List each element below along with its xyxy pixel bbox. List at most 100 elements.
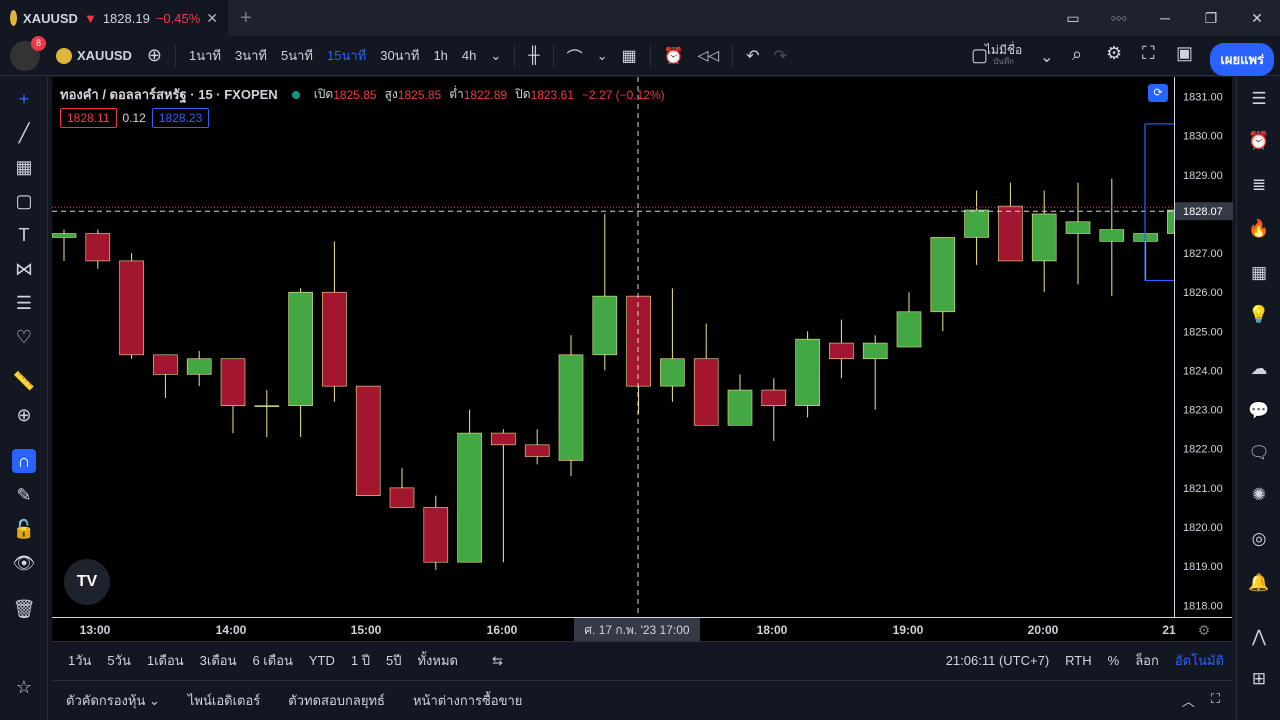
timeframe-1m[interactable]: 1นาที — [182, 45, 228, 66]
compare-icon[interactable]: ⊕ — [140, 45, 169, 66]
idea-stream-icon[interactable]: ✺ — [1247, 483, 1271, 507]
indicators-icon[interactable]: ⌒ — [560, 44, 590, 68]
trend-icon[interactable]: ⋀ — [1247, 625, 1271, 649]
percent-toggle[interactable]: % — [1100, 653, 1128, 668]
replay-icon[interactable]: ◁◁ — [691, 47, 727, 64]
undo-icon[interactable]: ↶ — [739, 46, 766, 66]
tradingview-logo[interactable]: TV — [64, 559, 110, 605]
time-tick-label: 15:00 — [351, 623, 382, 637]
range-5d[interactable]: 5วัน — [99, 650, 138, 671]
maximize-icon[interactable]: ⛶ — [1211, 691, 1220, 710]
fib-grid-icon[interactable]: ▦ — [12, 155, 36, 179]
buy-button[interactable]: 1828.23 — [151, 108, 210, 128]
alarm-clock-icon[interactable]: ⏰ — [1247, 129, 1271, 153]
layout-icon[interactable]: ▭ — [1050, 10, 1096, 27]
magnet-icon[interactable]: ∩ — [12, 449, 36, 473]
price-axis[interactable]: 1831.001830.001829.001828.001827.001826.… — [1174, 77, 1233, 617]
clock-label[interactable]: 21:06:11 (UTC+7) — [938, 653, 1057, 668]
market-status-icon[interactable] — [291, 90, 300, 99]
star-icon[interactable]: ☆ — [12, 675, 36, 699]
auto-toggle[interactable]: อัตโนมัติ — [1167, 650, 1232, 671]
chevron-down-icon[interactable]: ⌄ — [1040, 47, 1053, 67]
fullscreen-icon[interactable]: ⛶ — [1142, 43, 1155, 64]
candle — [930, 237, 956, 332]
tab-pine-editor[interactable]: ไพน์เอดิเตอร์ — [174, 690, 274, 711]
publish-button[interactable]: เผยแพร่ — [1210, 43, 1274, 76]
candle-type-icon[interactable]: ╫ — [521, 47, 546, 65]
timeframe-30m[interactable]: 30นาที — [373, 45, 426, 66]
messages-icon[interactable]: 🗨 — [1247, 441, 1271, 465]
more-icon[interactable]: ○○○ — [1096, 13, 1142, 23]
log-toggle[interactable]: ล็อก — [1127, 650, 1167, 671]
range-ytd[interactable]: YTD — [301, 653, 343, 668]
range-all[interactable]: ทั้งหมด — [409, 650, 466, 671]
candle-body-down — [220, 358, 246, 406]
layout-name[interactable]: ไม่มีชื่อ บันทึก — [985, 44, 1022, 68]
heart-icon[interactable]: ♡ — [12, 325, 36, 349]
chart-pane[interactable] — [52, 77, 1174, 617]
camera-icon[interactable]: ▣ — [1176, 43, 1193, 64]
data-window-icon[interactable]: ≣ — [1247, 173, 1271, 197]
range-bracket — [1144, 123, 1174, 282]
range-1m[interactable]: 1เดือน — [139, 650, 192, 671]
templates-icon[interactable]: ▦ — [615, 46, 644, 66]
range-6m[interactable]: 6 เดือน — [244, 650, 300, 671]
tab-screener[interactable]: ตัวคัดกรองหุ้น ⌄ — [52, 690, 174, 711]
range-1d[interactable]: 1วัน — [60, 650, 99, 671]
legend-title[interactable]: ทองคำ / ดอลลาร์สหรัฐ · 15 · FXOPEN — [60, 84, 278, 105]
timeframe-15m[interactable]: 15นาที — [320, 45, 373, 66]
window-close-icon[interactable]: ✕ — [1234, 10, 1280, 27]
crosshair-icon[interactable]: + — [12, 87, 36, 111]
search-icon[interactable]: ⌕ — [1072, 44, 1082, 65]
new-tab-icon[interactable]: + — [240, 7, 252, 30]
object-tree-icon[interactable]: ⟳ — [1148, 84, 1168, 102]
gear-icon[interactable]: ⚙ — [1106, 43, 1122, 64]
ideas-icon[interactable]: 💡 — [1247, 303, 1271, 327]
chevron-down-icon[interactable]: ⌄ — [590, 48, 615, 64]
broadcast-icon[interactable]: ◎ — [1247, 527, 1271, 551]
bell-icon[interactable]: 🔔 — [1247, 571, 1271, 595]
trash-icon[interactable]: 🗑 — [12, 597, 36, 621]
alert-icon[interactable]: ⏰ — [657, 46, 691, 66]
trend-line-icon[interactable]: ╱ — [12, 121, 36, 145]
sell-button[interactable]: 1828.11 — [60, 108, 117, 128]
axis-settings-icon[interactable]: ⚙ — [1198, 622, 1211, 638]
hotlist-icon[interactable]: 🔥 — [1247, 217, 1271, 241]
chevron-down-icon[interactable]: ⌄ — [483, 48, 508, 64]
ruler-icon[interactable]: 📏 — [12, 369, 36, 393]
symbol-search[interactable]: XAUUSD — [48, 47, 140, 64]
timeframe-1h[interactable]: 1h — [426, 48, 454, 63]
restore-icon[interactable]: ❐ — [1188, 10, 1234, 27]
time-axis[interactable]: 13:00 14:00 15:00 16:00 18:00 19:00 20:00 21 ศ. … — [52, 617, 1232, 642]
browser-tab[interactable]: XAUUSD ▼ 1828.19 −0.45% ✕ — [0, 0, 228, 36]
lock-icon[interactable]: 🔓 — [12, 517, 36, 541]
timeframe-4h[interactable]: 4h — [455, 48, 483, 63]
calendar-icon[interactable]: ▦ — [1247, 261, 1271, 285]
candlestick-chart[interactable] — [52, 77, 1174, 617]
pattern-icon[interactable]: ⋈ — [12, 257, 36, 281]
date-range-icon[interactable]: ⇆ — [484, 653, 511, 669]
tab-strategy-tester[interactable]: ตัวทดสอบกลยุทธ์ — [274, 690, 399, 711]
redo-icon[interactable]: ↷ — [767, 46, 794, 66]
lock-drawing-icon[interactable]: ✎ — [12, 483, 36, 507]
text-icon[interactable]: T — [12, 223, 36, 247]
avatar[interactable]: 8 — [10, 35, 46, 71]
zoom-icon[interactable]: ⊕ — [12, 403, 36, 427]
tab-trading-panel[interactable]: หน้าต่างการซื้อขาย — [399, 690, 536, 711]
timeframe-3m[interactable]: 3นาที — [228, 45, 274, 66]
streams-icon[interactable]: ☁ — [1247, 357, 1271, 381]
projection-icon[interactable]: ☰ — [12, 291, 36, 315]
range-5y[interactable]: 5ปี — [378, 650, 409, 671]
close-icon[interactable]: ✕ — [206, 10, 218, 27]
timeframe-5m[interactable]: 5นาที — [274, 45, 320, 66]
watchlist-icon[interactable]: ☰ — [1247, 87, 1271, 111]
eye-icon[interactable]: 👁 — [12, 551, 36, 575]
minimize-icon[interactable]: ─ — [1142, 10, 1188, 26]
range-3m[interactable]: 3เดือน — [192, 650, 245, 671]
session-toggle[interactable]: RTH — [1057, 653, 1099, 668]
chat-icon[interactable]: 💬 — [1247, 399, 1271, 423]
rectangle-icon[interactable]: ▢ — [12, 189, 36, 213]
chevron-up-icon[interactable]: ︿ — [1182, 691, 1195, 710]
grid-icon[interactable]: ⊞ — [1247, 667, 1271, 691]
range-1y[interactable]: 1 ปี — [343, 650, 378, 671]
